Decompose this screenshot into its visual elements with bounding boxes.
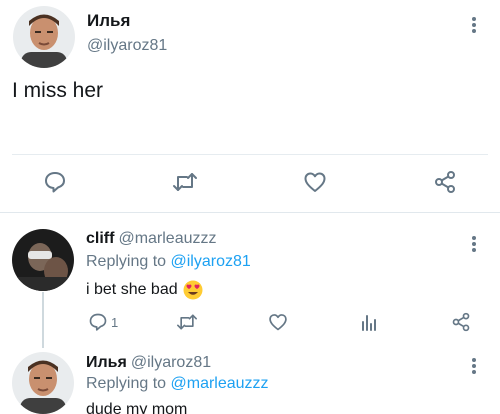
divider (0, 212, 500, 213)
avatar[interactable] (12, 352, 74, 414)
like-icon (304, 172, 326, 192)
replying-to: Replying to @marleauzzz (86, 375, 269, 393)
author-name[interactable]: Илья (87, 11, 130, 31)
author-handle[interactable]: @ilyaroz81 (131, 354, 211, 371)
like-button[interactable] (303, 170, 327, 194)
avatar[interactable] (13, 6, 75, 68)
share-button[interactable] (433, 170, 457, 194)
retweet-icon (176, 314, 197, 330)
author-handle[interactable]: @ilyaroz81 (87, 37, 167, 55)
reply-button[interactable]: 1 (88, 312, 118, 332)
share-icon (452, 312, 470, 332)
retweet-button[interactable] (172, 170, 198, 194)
share-button[interactable] (451, 312, 471, 332)
reply-icon (89, 313, 107, 331)
author-handle[interactable]: @marleauzzz (118, 230, 216, 247)
reply-count: 1 (111, 314, 119, 330)
divider (12, 154, 488, 155)
more-options-icon[interactable] (469, 15, 479, 35)
reply-icon (45, 172, 65, 193)
reply-header: cliff @marleauzzz (86, 230, 217, 248)
reply-button[interactable] (43, 170, 67, 194)
avatar[interactable] (12, 229, 74, 291)
main-tweet[interactable]: Илья @ilyaroz81 I miss her (0, 0, 500, 213)
heart-eyes-emoji-icon (183, 280, 203, 300)
like-icon (269, 314, 287, 331)
like-button[interactable] (268, 312, 288, 332)
reply-header: Илья @ilyaroz81 (86, 354, 211, 372)
thread-line (42, 292, 44, 348)
author-name[interactable]: Илья (86, 354, 127, 371)
tweet-text: dude my mom (86, 401, 188, 414)
retweet-icon (173, 173, 197, 191)
more-options-icon[interactable] (469, 234, 479, 254)
replying-to-label: Replying to (86, 375, 167, 392)
mention-link[interactable]: @marleauzzz (171, 375, 269, 392)
retweet-button[interactable] (176, 312, 198, 332)
author-name[interactable]: cliff (86, 230, 114, 247)
share-icon (435, 171, 455, 193)
replying-to: Replying to @ilyaroz81 (86, 253, 251, 271)
mention-link[interactable]: @ilyaroz81 (171, 253, 251, 270)
tweet-text: i bet she bad (86, 280, 203, 300)
tweet-text: I miss her (12, 79, 104, 102)
more-options-icon[interactable] (469, 356, 479, 376)
analytics-icon (362, 315, 376, 331)
tweet-text-content: i bet she bad (86, 281, 178, 298)
analytics-button[interactable] (359, 312, 379, 332)
replying-to-label: Replying to (86, 253, 167, 270)
